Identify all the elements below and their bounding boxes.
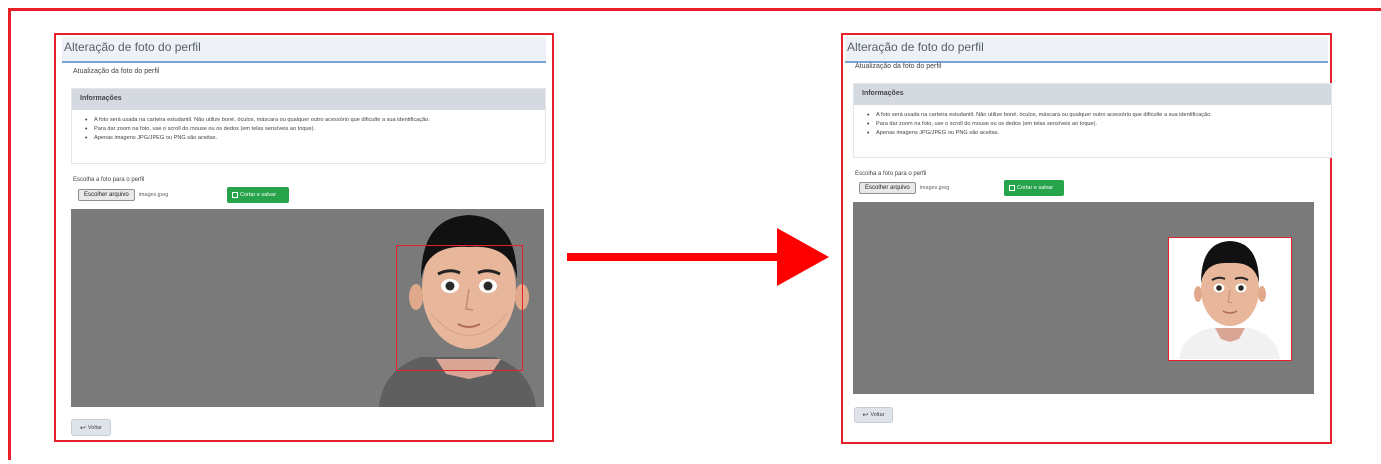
right-arrow-icon — [567, 228, 829, 286]
crop-save-label: Cortar e salvar — [1017, 185, 1054, 191]
info-list: A foto será usada na carteira estudantil… — [854, 105, 1331, 138]
file-name: images.jpeg — [138, 192, 169, 198]
crop-icon — [232, 192, 238, 198]
crop-selection-box[interactable] — [396, 245, 523, 371]
info-heading: Informações — [854, 84, 1331, 105]
crop-save-button[interactable]: Cortar e salvar — [1004, 180, 1064, 196]
panel-header: Alteração de foto do perfil — [845, 37, 1328, 63]
file-input[interactable]: Escolher arquivo images.jpeg — [859, 182, 1000, 194]
profile-photo-panel-before: Alteração de foto do perfil Atualização … — [54, 33, 554, 442]
file-input[interactable]: Escolher arquivo images.jpeg — [78, 189, 219, 201]
crop-icon — [1009, 185, 1015, 191]
profile-photo-panel-after: Alteração de foto do perfil Atualização … — [841, 33, 1332, 444]
back-button[interactable]: ↩ Voltar — [854, 407, 893, 423]
info-heading: Informações — [72, 89, 545, 110]
choose-file-button[interactable]: Escolher arquivo — [78, 189, 135, 201]
info-item: Apenas imagens JPG/JPEG ou PNG são aceit… — [867, 129, 1331, 138]
panel-header: Alteração de foto do perfil — [62, 37, 546, 63]
info-box: Informações A foto será usada na carteir… — [71, 88, 546, 164]
photo-crop-stage[interactable] — [853, 202, 1314, 394]
file-name: images.jpeg — [919, 185, 950, 191]
reply-icon: ↩ — [862, 412, 869, 419]
avatar-photo — [1179, 241, 1280, 359]
photo-field-label: Escolha a foto para o perfil — [73, 177, 145, 183]
back-label: Voltar — [870, 412, 885, 418]
choose-file-button[interactable]: Escolher arquivo — [859, 182, 916, 194]
info-list: A foto será usada na carteira estudantil… — [72, 110, 545, 143]
info-box: Informações A foto será usada na carteir… — [853, 83, 1332, 158]
crop-selection-box[interactable] — [1168, 237, 1292, 361]
page-title: Alteração de foto do perfil — [847, 40, 984, 54]
section-subtitle: Atualização da foto do perfil — [855, 63, 942, 70]
info-item: Apenas imagens JPG/JPEG ou PNG são aceit… — [85, 134, 545, 143]
back-button[interactable]: ↩ Voltar — [71, 419, 111, 436]
info-item: A foto será usada na carteira estudantil… — [85, 116, 545, 125]
page-title: Alteração de foto do perfil — [64, 40, 201, 54]
section-subtitle: Atualização da foto do perfil — [73, 68, 160, 75]
info-item: Para dar zoom na foto, use o scroll do m… — [867, 120, 1331, 129]
back-label: Voltar — [87, 424, 102, 431]
crop-save-button[interactable]: Cortar e salvar — [227, 187, 289, 203]
crop-save-label: Cortar e salvar — [240, 192, 277, 198]
photo-crop-stage[interactable] — [71, 209, 544, 407]
photo-field-label: Escolha a foto para o perfil — [855, 171, 927, 177]
info-item: Para dar zoom na foto, use o scroll do m… — [85, 125, 545, 134]
info-item: A foto será usada na carteira estudantil… — [867, 111, 1331, 120]
reply-icon: ↩ — [80, 424, 86, 432]
